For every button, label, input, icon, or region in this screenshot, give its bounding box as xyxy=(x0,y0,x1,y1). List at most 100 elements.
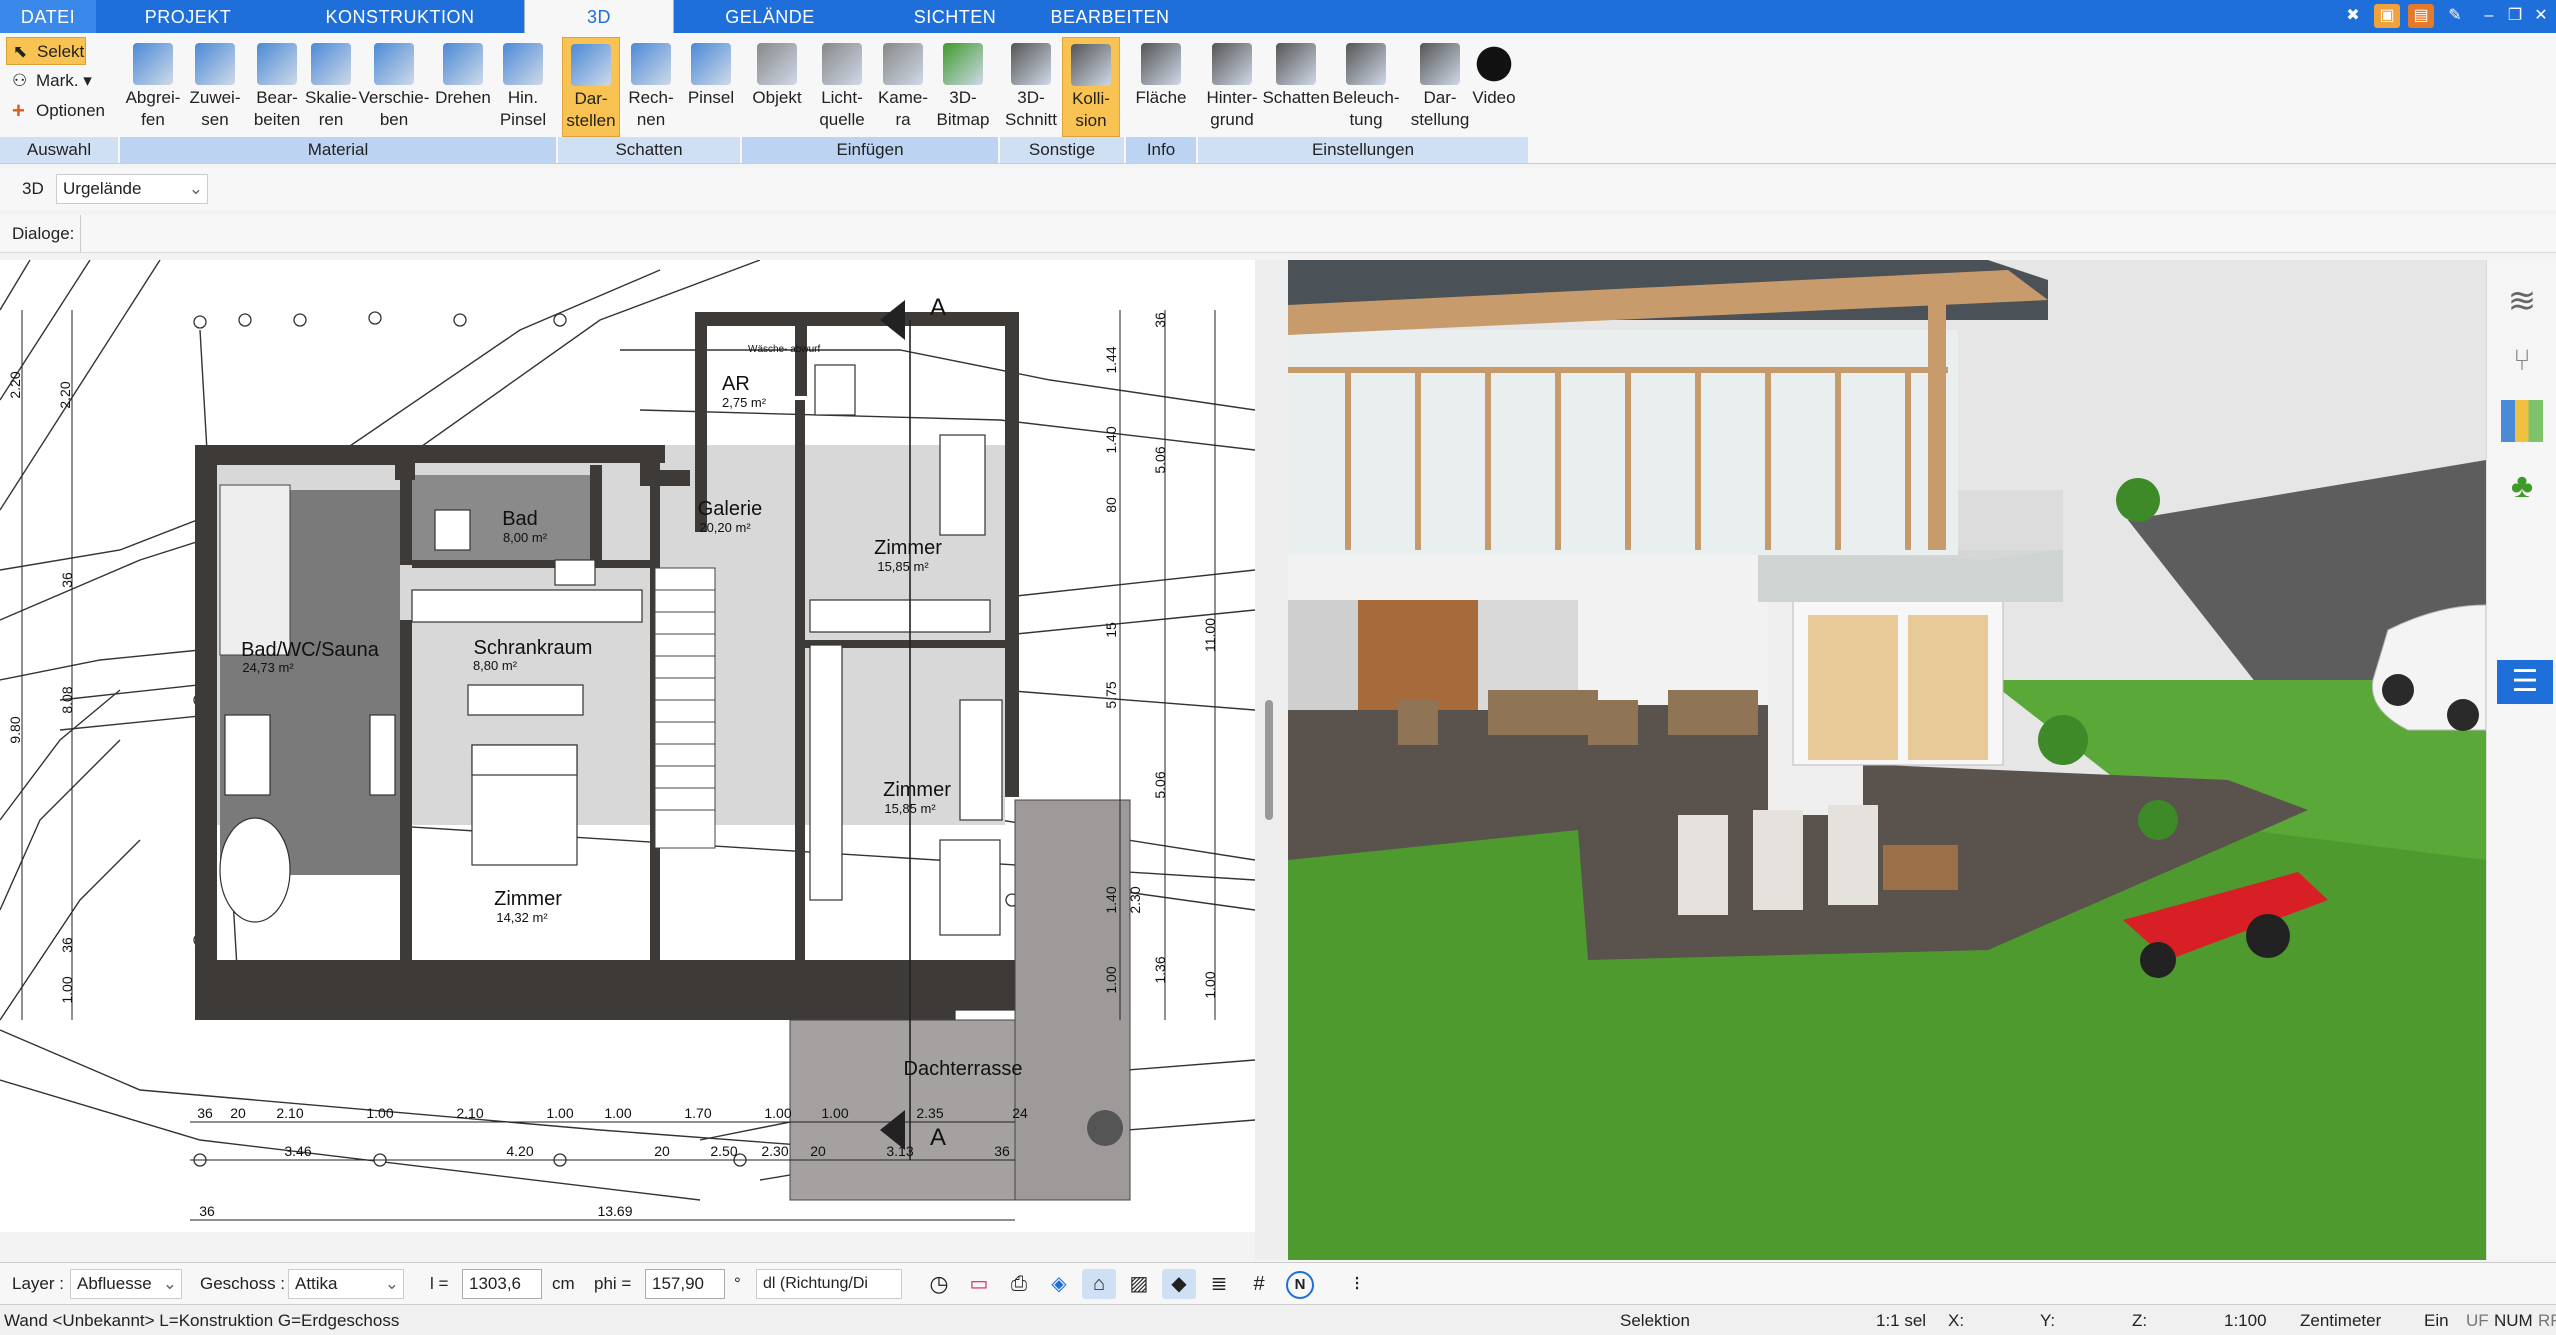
3d-view[interactable] xyxy=(1288,260,2486,1260)
ribbon-button-label: Bear- beiten xyxy=(253,88,301,129)
ribbon-button[interactable]: Objekt xyxy=(746,37,808,137)
length-input[interactable]: 1303,6 xyxy=(462,1269,542,1299)
ribbon-button[interactable]: Video xyxy=(1466,37,1522,137)
ribbon-button-label: Objekt xyxy=(752,88,802,107)
terrain-dropdown[interactable]: Urgelände ⌄ xyxy=(56,174,208,204)
vertical-scrollbar[interactable] xyxy=(1265,700,1273,820)
ribbon-button-label: Skalie- ren xyxy=(305,88,357,129)
clock-icon[interactable]: ◷ xyxy=(922,1269,956,1299)
dimension-text: 15 xyxy=(1103,622,1119,638)
ribbon-button[interactable]: Zuwei- sen xyxy=(184,37,246,137)
grid-icon[interactable]: # xyxy=(1242,1269,1276,1299)
ribbon-button[interactable]: Dar- stellung xyxy=(1408,37,1472,137)
dimension-text: 1.00 xyxy=(366,1105,393,1121)
paint-icon[interactable]: ✎ xyxy=(2442,4,2468,28)
ribbon-button-label: Abgrei- fen xyxy=(125,88,181,129)
ribbon-button[interactable]: Drehen xyxy=(430,37,496,137)
bottom-toolbar: Layer : Abfluesse ⌄ Geschoss : Attika ⌄ l … xyxy=(0,1262,2556,1304)
info-marker-icon[interactable]: ⁝ xyxy=(1340,1269,1374,1299)
layers-icon[interactable]: ≋ xyxy=(2501,280,2543,322)
materials-icon[interactable] xyxy=(2501,400,2543,442)
ribbon-button[interactable]: Skalie- ren xyxy=(300,37,362,137)
layer-dropdown[interactable]: Abfluesse ⌄ xyxy=(70,1269,182,1299)
ribbon-button[interactable]: Abgrei- fen xyxy=(122,37,184,137)
terrain-icon[interactable]: ⌂ xyxy=(1082,1269,1116,1299)
dimension-text: 5.75 xyxy=(1103,681,1119,708)
chair-icon[interactable]: ⑂ xyxy=(2501,340,2543,382)
dimension-text: 1.40 xyxy=(1103,886,1119,913)
group-auswahl: Auswahl xyxy=(0,137,118,163)
hatch-icon[interactable]: ▨ xyxy=(1122,1269,1156,1299)
pane-splitter[interactable] xyxy=(1255,260,1288,1260)
tab-3d[interactable]: 3D xyxy=(524,0,674,33)
dimension-text: 36 xyxy=(199,1203,215,1219)
north-icon[interactable]: N xyxy=(1286,1271,1314,1299)
ribbon-button[interactable]: Verschie- ben xyxy=(358,37,430,137)
ribbon-button[interactable]: Kolli- sion xyxy=(1062,37,1120,137)
dimension-text: 20 xyxy=(230,1105,246,1121)
stack-icon[interactable]: ≣ xyxy=(1202,1269,1236,1299)
option-bar: 3D Urgelände ⌄ xyxy=(0,168,2556,210)
status-x: X: xyxy=(1948,1311,1965,1330)
tools-icon[interactable]: ✖ xyxy=(2340,4,2366,28)
clipboard-icon[interactable]: ▣ xyxy=(2374,4,2400,28)
ribbon-button[interactable]: 3D- Bitmap xyxy=(932,37,994,137)
ribbon-button[interactable]: 3D- Schnitt xyxy=(1002,37,1060,137)
select-button[interactable]: ⬉ Selekt xyxy=(6,37,86,65)
ribbon-button[interactable]: Rech- nen xyxy=(620,37,682,137)
monitor-icon[interactable]: ▭ xyxy=(962,1269,996,1299)
object-icon xyxy=(757,43,797,85)
tab-projekt[interactable]: PROJEKT xyxy=(108,0,268,33)
close-icon[interactable]: ✕ xyxy=(2528,4,2554,28)
mark-button[interactable]: ⚇ Mark. ▾ xyxy=(6,67,106,95)
tab-konstruktion[interactable]: KONSTRUKTION xyxy=(300,0,500,33)
restore-icon[interactable]: ❐ xyxy=(2502,4,2528,28)
ribbon-button[interactable]: Hin. Pinsel xyxy=(492,37,554,137)
ribbon-button[interactable]: Kame- ra xyxy=(872,37,934,137)
ribbon-button[interactable]: Pinsel xyxy=(680,37,742,137)
ribbon-button[interactable]: Bear- beiten xyxy=(246,37,308,137)
house-upper-floor xyxy=(1288,330,1958,555)
length-unit: cm xyxy=(552,1274,575,1293)
copy-icon[interactable]: ▤ xyxy=(2408,4,2434,28)
ribbon-button[interactable]: Fläche xyxy=(1130,37,1192,137)
room-area: 24,73 m² xyxy=(242,660,294,675)
ribbon-button[interactable]: Schatten xyxy=(1260,37,1332,137)
dimension-text: 11.00 xyxy=(1202,618,1218,652)
ribbon: ⬉ Selekt ⚇ Mark. ▾ + Optionen Abgrei- fen Zu… xyxy=(0,33,2556,164)
room-name: Schrankraum xyxy=(474,637,593,659)
tab-datei[interactable]: DATEI xyxy=(0,0,96,33)
tree-icon[interactable]: ♣ xyxy=(2501,465,2543,507)
tab-bearbeiten[interactable]: BEARBEITEN xyxy=(1040,0,1180,33)
printer-icon[interactable]: ⎙ xyxy=(1002,1269,1036,1299)
ribbon-button[interactable]: Hinter- grund xyxy=(1200,37,1264,137)
tab-gelaende[interactable]: GELÄNDE xyxy=(700,0,840,33)
minimize-icon[interactable]: – xyxy=(2476,4,2502,28)
layers-select-icon[interactable]: ◈ xyxy=(1042,1269,1076,1299)
floor-dropdown[interactable]: Attika ⌄ xyxy=(288,1269,404,1299)
status-rf: RF xyxy=(2538,1311,2556,1330)
floor-plan-view[interactable]: Bad 8,00 m² Galerie 20,20 m² Zimmer 15,8… xyxy=(0,260,1255,1232)
ribbon-button-label: Rech- nen xyxy=(628,88,674,129)
dimension-text: 3.46 xyxy=(284,1143,311,1159)
compute-icon xyxy=(631,43,671,85)
group-einstellungen: Einstellungen xyxy=(1198,137,1528,163)
ribbon-button[interactable]: Beleuch- tung xyxy=(1332,37,1400,137)
options-button[interactable]: + Optionen xyxy=(6,97,116,125)
3d-render xyxy=(1288,260,2486,1260)
menu-icon[interactable]: ☰ xyxy=(2497,660,2553,704)
dimension-text: 20 xyxy=(654,1143,670,1159)
mark-icon: ⚇ xyxy=(12,71,28,90)
direction-dropdown[interactable]: dl (Richtung/Di xyxy=(756,1269,902,1299)
dimension-text: 1.70 xyxy=(684,1105,711,1121)
dimension-text: 13.69 xyxy=(597,1203,632,1219)
ribbon-button[interactable]: Licht- quelle xyxy=(808,37,876,137)
plane-icon[interactable]: ◆ xyxy=(1162,1269,1196,1299)
length-label: l = xyxy=(430,1274,449,1293)
ribbon-button[interactable]: Dar- stellen xyxy=(562,37,620,137)
ribbon-button-label: Pinsel xyxy=(687,88,735,107)
phi-input[interactable]: 157,90 xyxy=(645,1269,725,1299)
group-schatten: Schatten xyxy=(558,137,740,163)
tab-sichten[interactable]: SICHTEN xyxy=(880,0,1030,33)
room-name: AR xyxy=(722,373,750,395)
